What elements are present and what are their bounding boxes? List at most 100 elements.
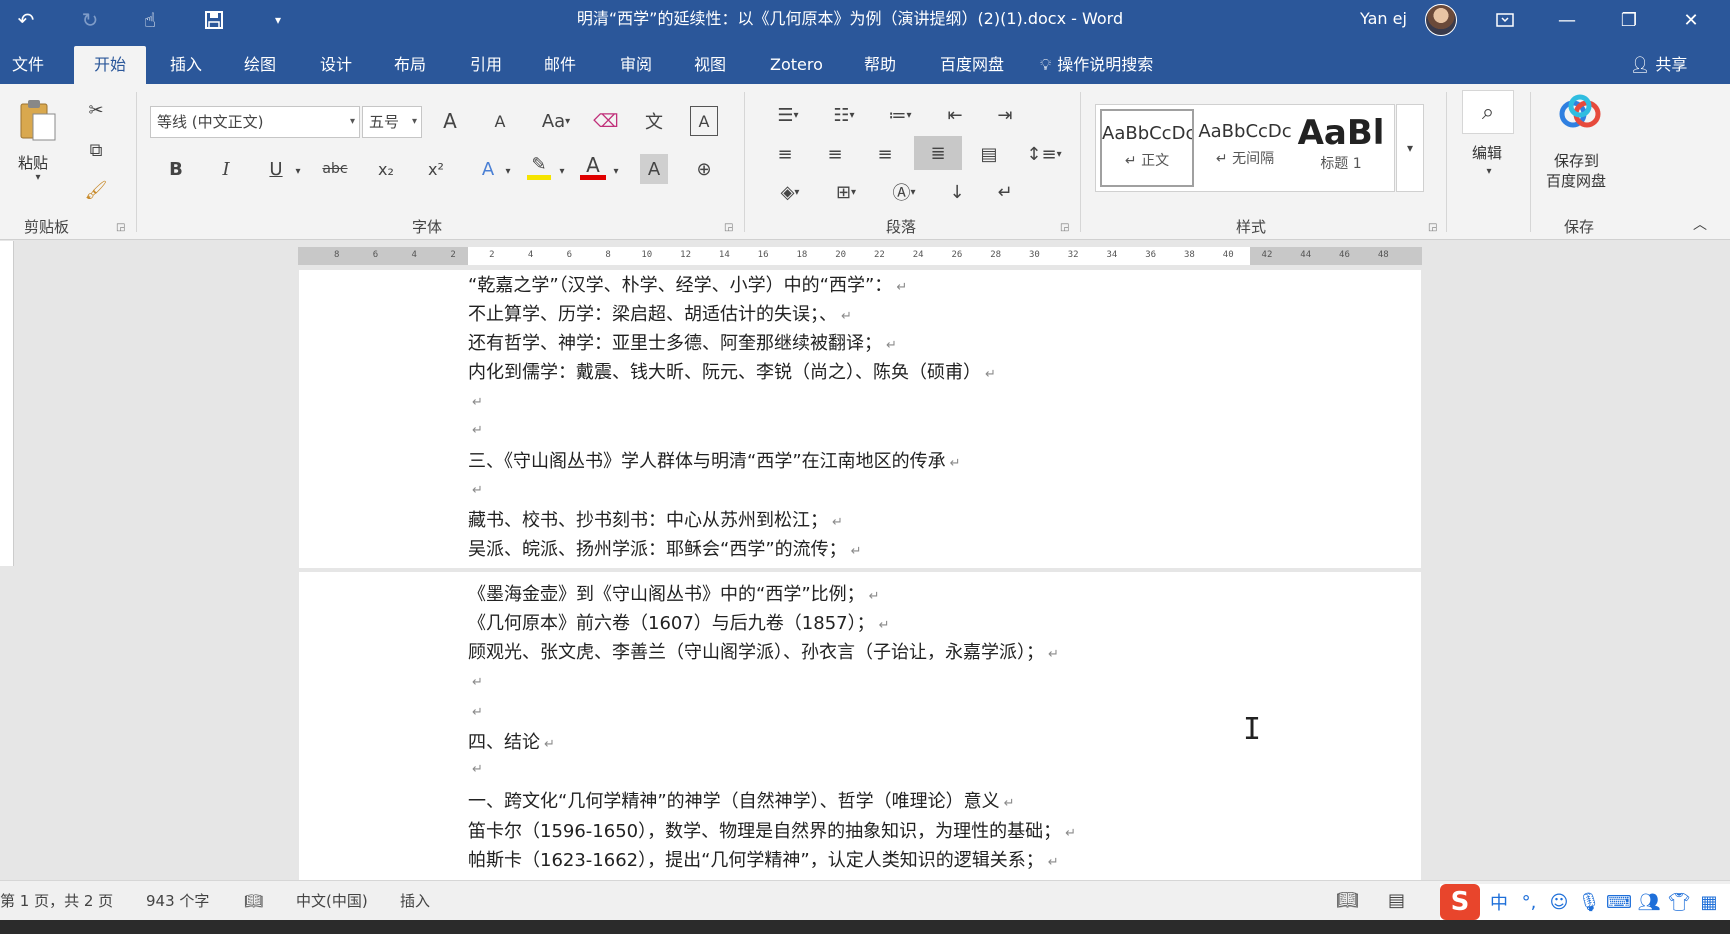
line-spacing-icon[interactable]: ↕≡ ▾ <box>1024 138 1064 170</box>
phonetic-guide-icon[interactable]: 文 <box>640 106 668 136</box>
skin-icon[interactable]: 👕︎ <box>1666 888 1692 916</box>
document-paragraph[interactable]: “乾嘉之学”（汉学、朴学、经学、小学）中的“西学”： ↵ <box>468 271 907 297</box>
styles-launcher-icon[interactable]: ◲ <box>1428 222 1437 233</box>
vertical-ruler[interactable] <box>0 241 14 566</box>
paste-dropdown-icon[interactable]: ▾ <box>30 172 46 183</box>
language[interactable]: 中文(中国) <box>296 881 368 921</box>
share-button[interactable]: 👤︎ 共享 <box>1630 46 1687 84</box>
tab-baidu-netdisk[interactable]: 百度网盘 <box>940 46 1004 84</box>
empty-paragraph[interactable]: ↵ <box>468 390 483 411</box>
document-paragraph[interactable]: 藏书、校书、抄书刻书：中心从苏州到松江； ↵ <box>468 506 843 532</box>
document-paragraph[interactable]: 不止算学、历学：梁启超、胡适估计的失误；、 ↵ <box>468 300 852 326</box>
ime-mode[interactable]: 中 <box>1486 888 1512 916</box>
tab-design[interactable]: 设计 <box>320 46 352 84</box>
italic-button[interactable]: I <box>212 154 240 184</box>
font-name-dropdown-icon[interactable]: ▾ <box>350 107 355 137</box>
horizontal-ruler[interactable]: 8 6 4 2 2 4 6 8 10 12 14 16 18 20 22 24 26 28 30 32 34 36 38 40… <box>298 247 1422 265</box>
text-effects-dropdown-icon[interactable]: ▾ <box>502 156 514 186</box>
user-icon[interactable]: 👥︎ <box>1636 888 1662 916</box>
align-center-icon[interactable]: ≡ <box>820 138 850 170</box>
customize-quick-access-icon[interactable]: ▾ <box>264 6 292 34</box>
shading-icon[interactable]: ◈ ▾ <box>770 176 810 208</box>
paragraph-launcher-icon[interactable]: ◲ <box>1060 222 1069 233</box>
bold-button[interactable]: B <box>162 154 190 184</box>
sogou-logo-icon[interactable]: S <box>1440 884 1480 920</box>
empty-paragraph[interactable]: ↵ <box>468 700 483 721</box>
save-to-baidu-label-1[interactable]: 保存到 <box>1554 150 1599 171</box>
paste-label[interactable]: 粘贴 <box>18 152 48 173</box>
editing-label[interactable]: 编辑 <box>1472 142 1502 163</box>
font-size-dropdown-icon[interactable]: ▾ <box>412 107 417 137</box>
multilevel-list-icon[interactable]: ≔ ▾ <box>880 100 920 130</box>
toolbox-icon[interactable]: ▦ <box>1696 888 1722 916</box>
emoji-icon[interactable]: ☺ <box>1546 888 1572 916</box>
baidu-netdisk-icon[interactable] <box>1556 92 1604 132</box>
proofing-icon[interactable]: 📖︎ <box>244 881 263 921</box>
tab-insert[interactable]: 插入 <box>170 46 202 84</box>
ime-punct[interactable]: °, <box>1516 888 1542 916</box>
tab-layout[interactable]: 布局 <box>394 46 426 84</box>
text-effects-icon[interactable]: A <box>474 154 502 184</box>
editing-search-icon[interactable]: ⌕ <box>1462 90 1514 134</box>
font-color-button[interactable]: A <box>578 150 608 184</box>
font-color-dropdown-icon[interactable]: ▾ <box>610 156 622 186</box>
highlight-color-button[interactable]: ✎ <box>524 150 554 184</box>
format-painter-icon[interactable]: 🖌︎ <box>84 178 108 202</box>
avatar[interactable] <box>1425 4 1457 36</box>
subscript-button[interactable]: x₂ <box>372 154 400 184</box>
character-shading-button[interactable]: A <box>640 154 668 184</box>
numbering-icon[interactable]: ☷ ▾ <box>824 100 864 130</box>
clipboard-launcher-icon[interactable]: ◲ <box>116 222 125 233</box>
shrink-font-icon[interactable]: A <box>486 106 514 136</box>
underline-dropdown-icon[interactable]: ▾ <box>292 156 304 186</box>
tab-file[interactable]: 文件 <box>12 46 44 84</box>
asian-layout-icon[interactable]: Ⓐ ▾ <box>884 176 924 208</box>
document-paragraph[interactable]: 三、《守山阁丛书》学人群体与明清“西学”在江南地区的传承 ↵ <box>468 447 961 473</box>
undo-icon[interactable]: ↶ <box>12 6 40 34</box>
close-icon[interactable]: ✕ <box>1666 0 1716 40</box>
document-paragraph[interactable]: 《几何原本》前六卷（1607）与后九卷（1857）； ↵ <box>468 609 890 635</box>
superscript-button[interactable]: x² <box>422 154 450 184</box>
font-size-combo[interactable]: 五号 ▾ <box>362 106 422 138</box>
styles-more-icon[interactable]: ▾ <box>1396 104 1424 192</box>
tab-help[interactable]: 帮助 <box>864 46 896 84</box>
empty-paragraph[interactable]: ↵ <box>468 418 483 439</box>
save-icon[interactable] <box>200 6 228 34</box>
strikethrough-button[interactable]: abc <box>318 154 352 184</box>
underline-button[interactable]: U <box>262 154 290 184</box>
touch-mode-icon[interactable]: ☝ <box>136 6 164 34</box>
empty-paragraph[interactable]: ↵ <box>468 757 483 778</box>
tab-review[interactable]: 审阅 <box>620 46 652 84</box>
restore-icon[interactable]: ❐ <box>1604 0 1654 40</box>
tab-draw[interactable]: 绘图 <box>244 46 276 84</box>
word-count[interactable]: 943 个字 <box>146 881 209 921</box>
style-no-spacing[interactable]: AaBbCcDc ↵ 无间隔 <box>1198 109 1292 187</box>
microphone-icon[interactable]: 🎙︎ <box>1576 888 1602 916</box>
document-paragraph[interactable]: 笛卡尔（1596-1650），数学、物理是自然界的抽象知识，为理性的基础； ↵ <box>468 817 1076 843</box>
tab-view[interactable]: 视图 <box>694 46 726 84</box>
collapse-ribbon-icon[interactable]: ︿ <box>1690 214 1710 234</box>
copy-icon[interactable]: ⧉ <box>84 138 108 162</box>
cut-icon[interactable]: ✂ <box>84 98 108 122</box>
document-paragraph[interactable]: 一、跨文化“几何学精神”的神学（自然神学）、哲学（唯理论）意义 ↵ <box>468 787 1015 813</box>
empty-paragraph[interactable]: ↵ <box>468 670 483 691</box>
font-name-combo[interactable]: 等线 (中文正文) ▾ <box>150 106 360 138</box>
tab-references[interactable]: 引用 <box>470 46 502 84</box>
document-paragraph[interactable]: 吴派、皖派、扬州学派：耶稣会“西学”的流传； ↵ <box>468 535 862 561</box>
bullets-icon[interactable]: ☰ ▾ <box>768 100 808 130</box>
document-paragraph[interactable]: 四、结论 ↵ <box>468 728 555 754</box>
character-border-icon[interactable]: A <box>690 106 718 136</box>
tell-me-search[interactable]: 💡︎ 操作说明搜索 <box>1040 46 1153 84</box>
page-count[interactable]: 第 1 页，共 2 页 <box>0 881 113 921</box>
ribbon-display-options-icon[interactable] <box>1480 0 1530 40</box>
justify-icon[interactable]: ≣ <box>914 136 962 170</box>
grow-font-icon[interactable]: A <box>436 106 464 136</box>
increase-indent-icon[interactable]: ⇥ <box>990 100 1020 130</box>
style-heading-1[interactable]: AaBl 标题 1 <box>1294 109 1388 187</box>
enclose-characters-icon[interactable]: ⊕ <box>690 154 718 184</box>
align-left-icon[interactable]: ≡ <box>770 138 800 170</box>
document-paragraph[interactable]: 顾观光、张文虎、李善兰（守山阁学派）、孙衣言（子诒让，永嘉学派）； ↵ <box>468 638 1059 664</box>
print-layout-icon[interactable]: ▤ <box>1388 881 1405 921</box>
highlight-dropdown-icon[interactable]: ▾ <box>556 156 568 186</box>
align-right-icon[interactable]: ≡ <box>870 138 900 170</box>
